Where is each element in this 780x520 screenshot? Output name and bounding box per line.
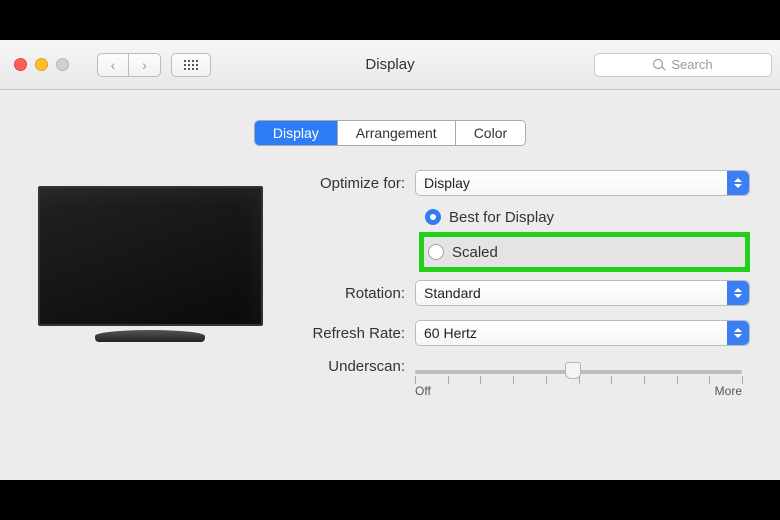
slider-endpoints: Off More	[415, 384, 742, 398]
refresh-select[interactable]: 60 Hertz	[415, 320, 750, 346]
rotation-value: Standard	[424, 285, 481, 301]
search-placeholder: Search	[671, 57, 712, 72]
display-preview-screen	[38, 186, 263, 326]
select-stepper-icon	[727, 281, 749, 305]
slider-tick	[448, 376, 449, 384]
optimize-value: Display	[424, 175, 470, 191]
slider-min-label: Off	[415, 384, 431, 398]
select-stepper-icon	[727, 321, 749, 345]
resolution-radios: Best for Display Scaled	[295, 204, 750, 272]
slider-tick	[677, 376, 678, 384]
radio-scaled-label: Scaled	[452, 244, 498, 261]
row-rotation: Rotation: Standard	[295, 278, 750, 308]
grid-icon	[184, 60, 198, 70]
slider-tick	[546, 376, 547, 384]
settings-column: Optimize for: Display Best for Display	[295, 168, 750, 408]
pane-body: Optimize for: Display Best for Display	[0, 146, 780, 408]
toolbar: ‹ › Display Search	[0, 40, 780, 90]
slider-tick	[709, 376, 710, 384]
show-all-button[interactable]	[171, 53, 211, 77]
rotation-select[interactable]: Standard	[415, 280, 750, 306]
underscan-label: Underscan:	[295, 358, 415, 375]
slider-tick	[480, 376, 481, 384]
slider-max-label: More	[715, 384, 742, 398]
slider-tick	[579, 376, 580, 384]
radio-indicator-icon	[428, 244, 444, 260]
radio-best-label: Best for Display	[449, 209, 554, 226]
traffic-lights	[14, 58, 69, 71]
refresh-value: 60 Hertz	[424, 325, 477, 341]
forward-button[interactable]: ›	[129, 53, 161, 77]
row-refresh: Refresh Rate: 60 Hertz	[295, 318, 750, 348]
optimize-label: Optimize for:	[295, 175, 415, 192]
slider-tick	[415, 376, 416, 384]
tutorial-highlight: Scaled	[419, 232, 750, 272]
rotation-label: Rotation:	[295, 285, 415, 302]
window-title: Display	[365, 56, 414, 73]
row-underscan: Underscan: Off More	[295, 358, 750, 398]
select-stepper-icon	[727, 171, 749, 195]
nav-segment: ‹ ›	[97, 53, 161, 77]
row-optimize: Optimize for: Display	[295, 168, 750, 198]
display-preview-stand	[95, 330, 205, 342]
slider-tick	[611, 376, 612, 384]
search-input[interactable]: Search	[594, 53, 772, 77]
slider-track	[415, 370, 742, 374]
zoom-window-button[interactable]	[56, 58, 69, 71]
chevron-right-icon: ›	[142, 57, 147, 73]
refresh-label: Refresh Rate:	[295, 325, 415, 342]
tab-arrangement[interactable]: Arrangement	[337, 121, 455, 145]
radio-indicator-checked-icon	[425, 209, 441, 225]
close-window-button[interactable]	[14, 58, 27, 71]
radio-scaled[interactable]: Scaled	[428, 239, 645, 265]
back-button[interactable]: ‹	[97, 53, 129, 77]
slider-tick	[742, 376, 743, 384]
radio-best-for-display[interactable]: Best for Display	[425, 204, 750, 230]
search-icon	[653, 59, 665, 71]
minimize-window-button[interactable]	[35, 58, 48, 71]
tab-bar: Display Arrangement Color	[0, 120, 780, 146]
tab-display[interactable]: Display	[255, 121, 337, 145]
slider-tick	[513, 376, 514, 384]
preferences-window: ‹ › Display Search Display Arrangement C…	[0, 40, 780, 480]
tab-color[interactable]: Color	[455, 121, 525, 145]
display-preview	[30, 186, 270, 408]
slider-tick	[644, 376, 645, 384]
optimize-select[interactable]: Display	[415, 170, 750, 196]
underscan-slider[interactable]: Off More	[415, 358, 750, 398]
chevron-left-icon: ‹	[111, 57, 116, 73]
